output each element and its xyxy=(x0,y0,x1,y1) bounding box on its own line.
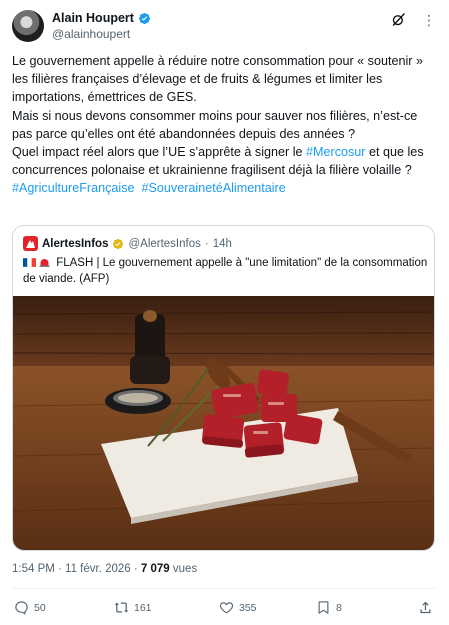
tweet-timestamp[interactable]: 1:54 PM · 11 févr. 2026 · 7 079 vues xyxy=(12,563,197,575)
more-icon[interactable]: ⋮ xyxy=(422,13,437,27)
tweet-text-segment: Quel impact réel alors que l’UE s’apprêt… xyxy=(12,145,306,160)
reply-icon xyxy=(15,601,28,615)
grok-icon[interactable] xyxy=(391,12,406,27)
tweet-paragraph-2: Mais si nous devons consommer moins pour… xyxy=(12,108,418,141)
quoted-tweet[interactable]: AlertesInfos @AlertesInfos · 14h FLASH |… xyxy=(12,225,435,551)
quoted-text-content: FLASH | Le gouvernement appelle à "une l… xyxy=(23,257,428,285)
repost-count: 161 xyxy=(134,601,152,614)
repost-icon xyxy=(114,602,129,613)
share-icon xyxy=(420,601,431,614)
like-count: 355 xyxy=(239,601,257,614)
hashtag-agriculture[interactable]: #AgricultureFrançaise xyxy=(12,181,135,195)
reply-count: 50 xyxy=(34,601,46,614)
time-date: 1:54 PM · 11 févr. 2026 · xyxy=(12,563,141,575)
verified-badge-icon xyxy=(138,12,151,24)
quoted-tweet-text: FLASH | Le gouvernement appelle à "une l… xyxy=(23,256,428,287)
quoted-time[interactable]: 14h xyxy=(213,238,232,250)
tweet-header: Alain Houpert @alainhoupert ⋮ xyxy=(12,10,437,44)
bookmark-count: 8 xyxy=(336,601,342,614)
hashtag-souverainete[interactable]: #SouverainetéAlimentaire xyxy=(142,181,286,195)
bookmark-icon xyxy=(318,601,329,614)
tweet-paragraph-3: Quel impact réel alors que l’UE s’apprêt… xyxy=(12,143,437,179)
siren-icon xyxy=(39,259,50,267)
tweet-text: Le gouvernement appelle à réduire notre … xyxy=(12,52,437,198)
like-button[interactable]: 355 xyxy=(219,600,257,615)
reply-button[interactable]: 50 xyxy=(14,600,46,615)
meat-photo[interactable] xyxy=(13,296,434,550)
header-actions: ⋮ xyxy=(391,12,437,27)
views-label: vues xyxy=(169,563,198,575)
france-flag-icon xyxy=(23,258,36,267)
tweet-paragraph-1: Le gouvernement appelle à réduire notre … xyxy=(12,54,423,105)
tweet-actions: 50 161 355 8 xyxy=(14,600,435,618)
divider xyxy=(12,588,437,589)
author-name[interactable]: Alain Houpert xyxy=(52,11,134,25)
author-name-row: Alain Houpert xyxy=(52,11,151,25)
alertesinfos-logo xyxy=(23,236,38,251)
author-handle[interactable]: @alainhoupert xyxy=(52,27,130,41)
hashtag-mercosur[interactable]: #Mercosur xyxy=(306,145,366,159)
like-icon xyxy=(219,602,234,614)
tweet-hashtags: #AgricultureFrançaise #SouverainetéAlime… xyxy=(12,179,437,197)
quoted-tweet-header: AlertesInfos @AlertesInfos · 14h xyxy=(23,236,232,251)
gold-verified-icon xyxy=(113,238,124,249)
quoted-author-handle[interactable]: @AlertesInfos xyxy=(128,238,200,250)
quoted-separator: · xyxy=(204,237,209,250)
author-avatar[interactable] xyxy=(12,10,44,42)
views-count: 7 079 xyxy=(140,563,170,575)
quoted-author-name[interactable]: AlertesInfos xyxy=(42,238,108,250)
repost-button[interactable]: 161 xyxy=(114,600,152,615)
share-button[interactable] xyxy=(418,600,433,615)
bookmark-button[interactable]: 8 xyxy=(316,600,342,615)
